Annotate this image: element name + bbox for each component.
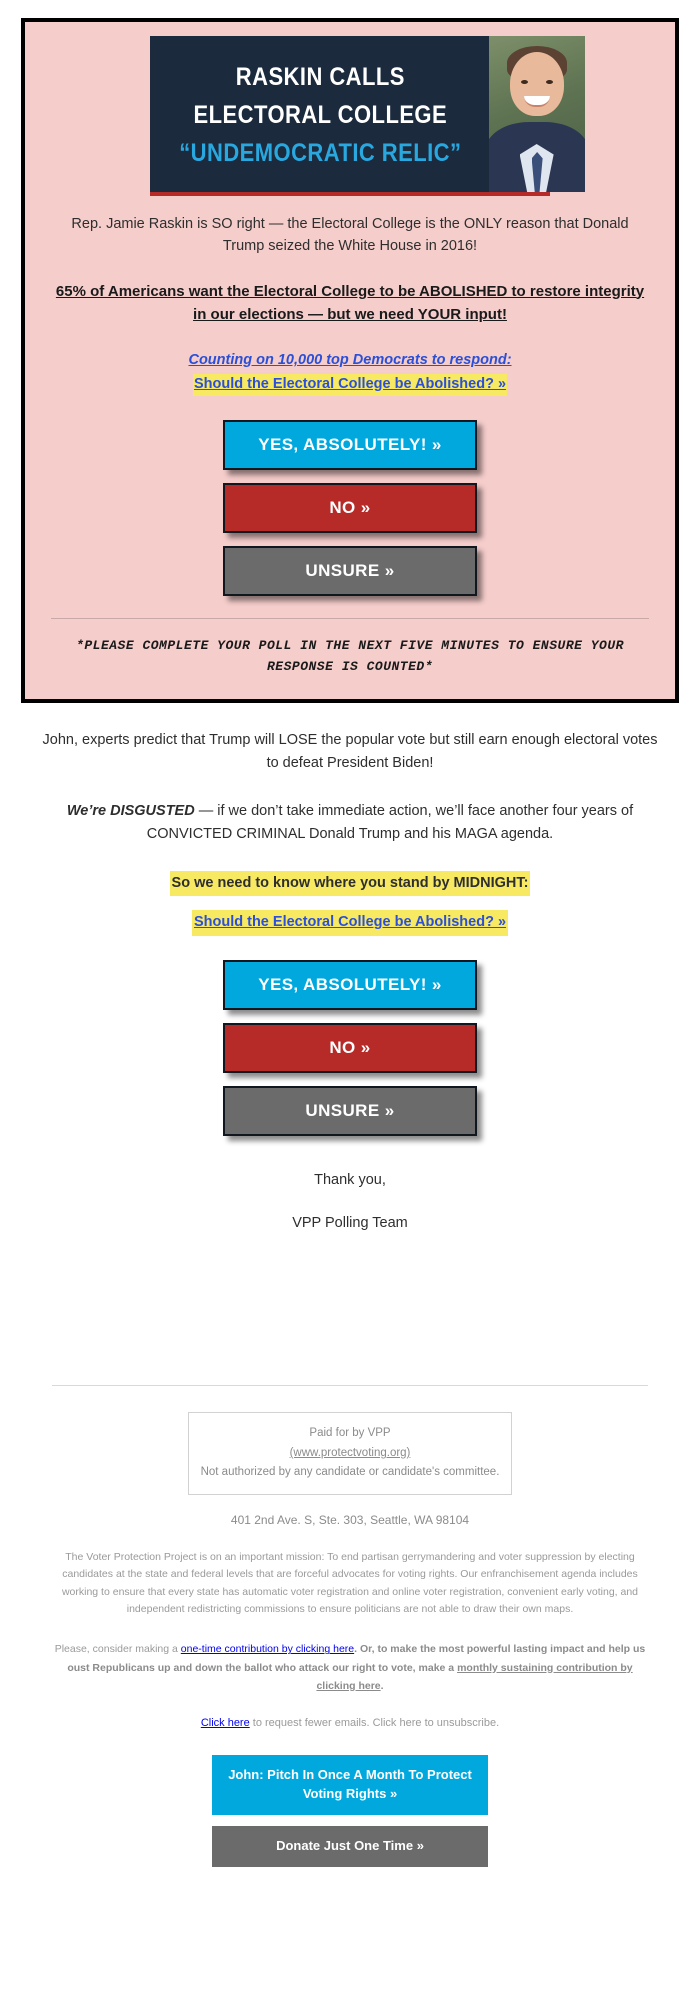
body-no-button[interactable]: NO » xyxy=(223,1022,477,1073)
photo-eye-right xyxy=(545,80,553,84)
unsubscribe-line: Click here to request fewer emails. Clic… xyxy=(52,1715,648,1733)
signoff-thank-you: Thank you, xyxy=(314,1171,386,1188)
body-paragraph-2-rest: — if we don’t take immediate action, we’… xyxy=(146,803,634,842)
body-paragraph-2-lead: We’re DISGUSTED xyxy=(66,803,195,820)
banner-headline-line-2: ELECTORAL COLLEGE xyxy=(193,100,448,129)
email-body: RASKIN CALLS ELECTORAL COLLEGE “UNDEMOCR… xyxy=(0,0,700,1891)
donation-ask-end: . xyxy=(380,1680,384,1693)
body-highlight-block: So we need to know where you stand by MI… xyxy=(40,871,660,936)
hero-poll-question-link[interactable]: Should the Electoral College be Abolishe… xyxy=(192,373,508,396)
footer-divider xyxy=(52,1385,648,1387)
monthly-donate-button[interactable]: John: Pitch In Once A Month To Protect V… xyxy=(212,1755,488,1815)
jamie-raskin-photo xyxy=(488,36,585,192)
hero-banner-text: RASKIN CALLS ELECTORAL COLLEGE “UNDEMOCR… xyxy=(150,36,489,192)
body-section: John, experts predict that Trump will LO… xyxy=(0,729,700,1235)
mailing-address: 401 2nd Ave. S, Ste. 303, Seattle, WA 98… xyxy=(230,1513,470,1528)
hero-no-button[interactable]: NO » xyxy=(223,482,477,533)
body-paragraph-1: John, experts predict that Trump will LO… xyxy=(42,732,658,771)
body-poll-buttons: YES, ABSOLUTELY! » NO » UNSURE » xyxy=(40,959,660,1136)
hero-counting-link[interactable]: Counting on 10,000 top Democrats to resp… xyxy=(51,350,649,372)
hero-intro-paragraph: Rep. Jamie Raskin is SO right — the Elec… xyxy=(71,216,629,254)
body-midnight-statement: So we need to know where you stand by MI… xyxy=(169,871,531,897)
hero-poll-buttons: YES, ABSOLUTELY! » NO » UNSURE » xyxy=(51,419,649,596)
unsubscribe-text: to request fewer emails. Click here to u… xyxy=(249,1717,500,1730)
mission-statement: The Voter Protection Project is on an im… xyxy=(61,1551,639,1615)
one-time-donate-button[interactable]: Donate Just One Time » xyxy=(212,1825,488,1867)
hero-banner: RASKIN CALLS ELECTORAL COLLEGE “UNDEMOCR… xyxy=(150,36,585,196)
footer: Paid for by VPP (www.protectvoting.org) … xyxy=(0,1385,700,1890)
signoff-team: VPP Polling Team xyxy=(292,1215,408,1232)
hero-poll-link-block: Counting on 10,000 top Democrats to resp… xyxy=(51,350,649,396)
one-time-contribution-link[interactable]: one-time contribution by clicking here xyxy=(181,1643,354,1655)
body-poll-question-link[interactable]: Should the Electoral College be Abolishe… xyxy=(191,910,509,936)
donation-ask-pre: Please, consider making a xyxy=(54,1643,181,1656)
body-paragraph-2: We’re DISGUSTED — if we don’t take immed… xyxy=(40,800,660,845)
banner-headline-line-1: RASKIN CALLS xyxy=(235,62,405,91)
hero-unsure-button[interactable]: UNSURE » xyxy=(223,545,477,596)
donation-ask: Please, consider making a one-time contr… xyxy=(52,1640,648,1695)
not-authorized-line: Not authorized by any candidate or candi… xyxy=(200,1466,500,1479)
footer-donate-buttons: John: Pitch In Once A Month To Protect V… xyxy=(52,1755,648,1867)
fewer-emails-link[interactable]: Click here xyxy=(201,1717,250,1729)
body-yes-button[interactable]: YES, ABSOLUTELY! » xyxy=(223,959,477,1010)
hero-deadline-notice: *PLEASE COMPLETE YOUR POLL IN THE NEXT F… xyxy=(76,637,624,674)
photo-eye-left xyxy=(520,80,528,84)
banner-headline-line-3: “UNDEMOCRATIC RELIC” xyxy=(179,139,462,168)
paid-for-line: Paid for by VPP xyxy=(309,1427,391,1440)
organization-website-link[interactable]: (www.protectvoting.org) xyxy=(290,1447,411,1459)
hero-card: RASKIN CALLS ELECTORAL COLLEGE “UNDEMOCR… xyxy=(21,18,679,704)
hero-stat-statement: 65% of Americans want the Electoral Coll… xyxy=(55,282,645,323)
hero-yes-button[interactable]: YES, ABSOLUTELY! » xyxy=(223,419,477,470)
paid-for-box: Paid for by VPP (www.protectvoting.org) … xyxy=(188,1412,512,1496)
body-unsure-button[interactable]: UNSURE » xyxy=(223,1085,477,1136)
hero-divider xyxy=(51,617,649,619)
